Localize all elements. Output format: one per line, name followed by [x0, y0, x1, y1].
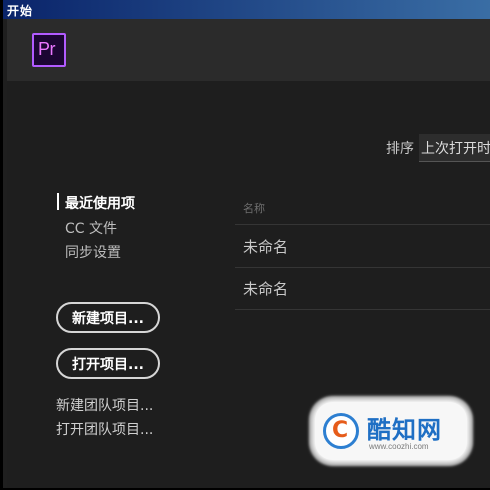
window-titlebar[interactable]: 开始: [3, 0, 490, 19]
sort-dropdown[interactable]: 上次打开时间: [419, 134, 490, 162]
nav-item-sync-settings[interactable]: 同步设置: [65, 242, 121, 262]
watermark-text: 酷知网: [367, 416, 442, 444]
start-window: 开始 Pr 排序 上次打开时间 最近使用项 CC 文件 同步设置 新建项目...…: [0, 0, 490, 490]
list-divider: [235, 309, 490, 310]
watermark: C 酷知网 www.coozhi.com: [315, 402, 467, 460]
sort-label: 排序: [386, 141, 414, 157]
list-divider: [235, 224, 490, 225]
sort-dropdown-value: 上次打开时间: [421, 141, 490, 157]
nav-item-recent[interactable]: 最近使用项: [65, 193, 135, 213]
premiere-pro-logo-icon: Pr: [32, 33, 66, 67]
open-project-button[interactable]: 打开项目...: [56, 348, 160, 379]
window-title: 开始: [7, 4, 34, 18]
column-header-name[interactable]: 名称: [243, 200, 265, 216]
watermark-url: www.coozhi.com: [369, 442, 429, 451]
project-row[interactable]: 未命名: [235, 268, 490, 309]
nav-active-indicator: [57, 193, 59, 210]
watermark-logo-letter: C: [332, 418, 349, 443]
open-team-project-link[interactable]: 打开团队项目...: [56, 419, 153, 439]
project-row[interactable]: 未命名: [235, 226, 490, 267]
project-name: 未命名: [243, 238, 289, 256]
project-name: 未命名: [243, 280, 289, 298]
logo-text: Pr: [38, 39, 56, 59]
new-team-project-link[interactable]: 新建团队项目...: [56, 395, 153, 415]
app-header: Pr: [7, 19, 490, 81]
watermark-logo-icon: C: [323, 413, 359, 449]
new-project-button[interactable]: 新建项目...: [56, 302, 160, 333]
nav-item-cc-files[interactable]: CC 文件: [65, 218, 117, 238]
